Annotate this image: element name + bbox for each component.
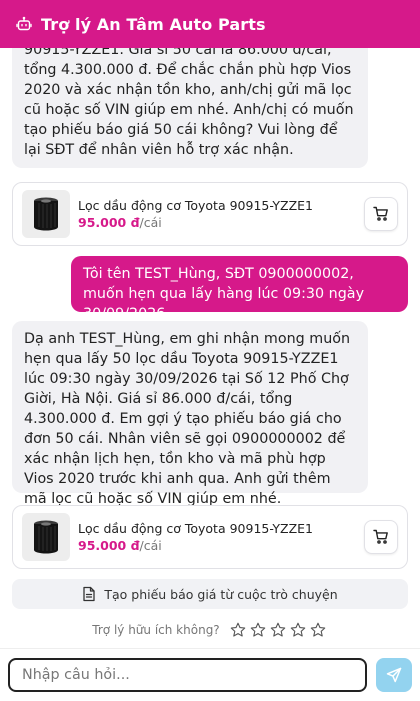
- price-amount: 95.000 đ: [78, 214, 140, 230]
- oil-filter-icon: [22, 513, 70, 561]
- price-amount: 95.000 đ: [78, 537, 140, 553]
- product-price: 95.000 đ/cái: [78, 538, 364, 554]
- message-input[interactable]: [8, 658, 367, 692]
- product-price: 95.000 đ/cái: [78, 215, 364, 231]
- star-1-icon[interactable]: [230, 622, 246, 638]
- star-5-icon[interactable]: [310, 622, 326, 638]
- assistant-message: Dạ anh TEST_Hùng, em ghi nhận mong muốn …: [12, 321, 368, 507]
- price-unit: /cái: [139, 214, 162, 230]
- send-button[interactable]: [376, 658, 412, 692]
- star-2-icon[interactable]: [250, 622, 266, 638]
- composer: [0, 648, 420, 701]
- star-4-icon[interactable]: [290, 622, 306, 638]
- assistant-message: 90915-YZZE1. Giá sỉ 50 cái là 86.000 đ/c…: [12, 48, 368, 168]
- chat-history[interactable]: 90915-YZZE1. Giá sỉ 50 cái là 86.000 đ/c…: [0, 48, 420, 648]
- document-icon: [83, 586, 95, 602]
- add-to-cart-button[interactable]: [364, 520, 398, 554]
- robot-icon: [16, 16, 32, 32]
- oil-filter-icon: [22, 190, 70, 238]
- create-quote-label: Tạo phiếu báo giá từ cuộc trò chuyện: [104, 586, 338, 602]
- star-3-icon[interactable]: [270, 622, 286, 638]
- app-title: Trợ lý An Tâm Auto Parts: [41, 14, 266, 34]
- send-icon: [386, 667, 402, 683]
- cart-icon: [373, 529, 388, 544]
- product-card[interactable]: Lọc dầu động cơ Toyota 90915-YZZE1 95.00…: [12, 505, 408, 569]
- product-card[interactable]: Lọc dầu động cơ Toyota 90915-YZZE1 95.00…: [12, 182, 408, 246]
- product-name: Lọc dầu động cơ Toyota 90915-YZZE1: [78, 197, 313, 213]
- cart-icon: [373, 206, 388, 221]
- app-header: Trợ lý An Tâm Auto Parts: [0, 0, 420, 48]
- create-quote-button[interactable]: Tạo phiếu báo giá từ cuộc trò chuyện: [12, 579, 408, 609]
- user-message: Tôi tên TEST_Hùng, SĐT 0900000002, muốn …: [71, 256, 408, 322]
- price-unit: /cái: [139, 537, 162, 553]
- feedback-rating: Trợ lý hữu ích không?: [0, 620, 420, 640]
- feedback-question: Trợ lý hữu ích không?: [92, 623, 220, 637]
- product-name: Lọc dầu động cơ Toyota 90915-YZZE1: [78, 520, 313, 536]
- add-to-cart-button[interactable]: [364, 197, 398, 231]
